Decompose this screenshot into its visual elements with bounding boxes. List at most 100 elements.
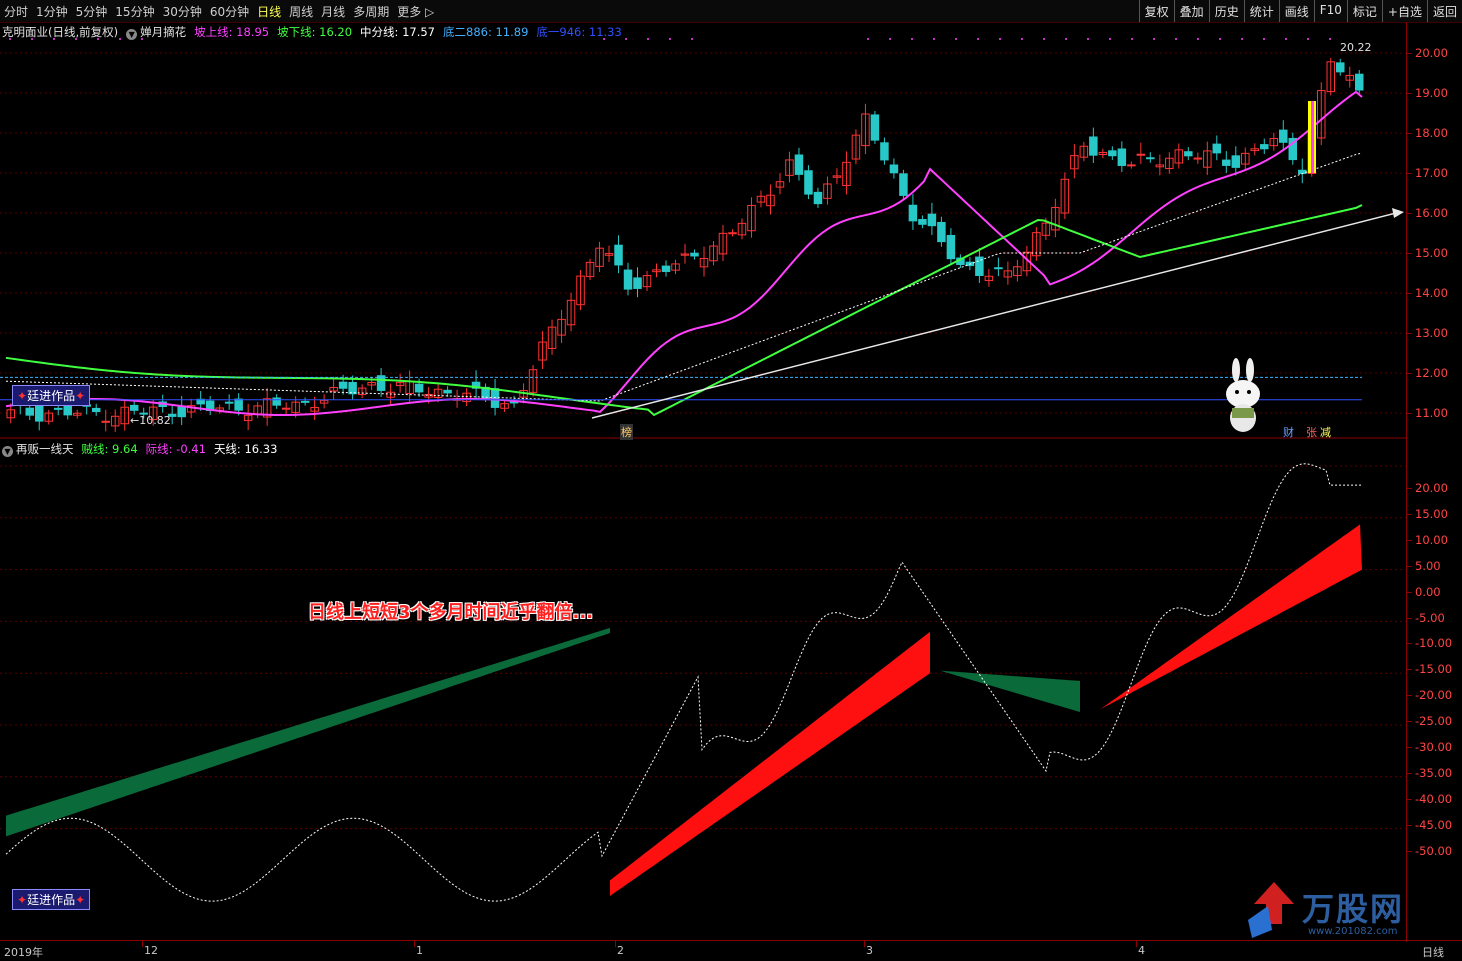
signal-bar-inner	[1311, 101, 1314, 173]
candle-body	[272, 397, 281, 406]
period-tab[interactable]: 60分钟	[210, 3, 249, 20]
dropdown-icon[interactable]: ▼	[2, 446, 13, 457]
price-tick-label: 16.00	[1415, 206, 1448, 220]
indicator-tick-label: 10.00	[1415, 532, 1448, 547]
time-axis: 2019年 12 1 2 3 4 日线	[0, 940, 1462, 961]
candle-body	[129, 404, 139, 411]
price-chart[interactable]	[0, 22, 1406, 942]
candle-body	[234, 398, 243, 411]
candle-body	[1146, 157, 1155, 160]
bear-ribbon-2	[940, 670, 1080, 713]
signal-dot	[1263, 38, 1265, 40]
signal-dot	[119, 38, 121, 40]
candle-body	[927, 213, 937, 227]
time-tick-label: 4	[1138, 944, 1145, 957]
candle-body	[91, 407, 101, 413]
price-tick-label: 12.00	[1415, 366, 1448, 380]
candle-body	[1336, 62, 1345, 73]
price-axis: 20.00 19.00 18.00 17.00 16.00 15.00 14.00 13.00…	[1406, 22, 1462, 942]
price-tick-label: 18.00	[1415, 126, 1448, 140]
indicator-tick-label: -45.00	[1415, 817, 1453, 832]
toolbar-button[interactable]: F10	[1313, 0, 1347, 22]
candle-body	[281, 407, 291, 410]
candle-body	[623, 269, 633, 290]
toolbar-button[interactable]: 叠加	[1173, 0, 1209, 22]
candle-body	[490, 388, 500, 408]
period-tab[interactable]: 多周期	[353, 3, 389, 20]
period-tab[interactable]: 分时	[4, 3, 28, 20]
indicator-value: 贼线: 9.64	[81, 442, 138, 456]
candle-body	[25, 407, 34, 416]
price-tick-label: 20.00	[1415, 46, 1448, 60]
indicator-tick-label: 0.00	[1415, 584, 1441, 599]
toolbar-button[interactable]: 复权	[1138, 0, 1174, 22]
candle-body	[376, 375, 386, 391]
watermark-brand: 万股网	[1302, 890, 1405, 928]
signal-dot	[1021, 38, 1023, 40]
candle-body	[899, 173, 908, 196]
candle-body	[443, 389, 452, 394]
candle-body	[1212, 143, 1222, 154]
indicator-selector-2[interactable]: ▼ 再贩一线天	[2, 441, 74, 457]
time-tick-label: 日线	[1422, 946, 1444, 959]
candle-body	[946, 234, 956, 260]
signal-dot	[97, 38, 99, 40]
rabbit-mascot-icon	[1220, 356, 1266, 440]
toolbar-button[interactable]: 标记	[1346, 0, 1382, 22]
toolbar-button[interactable]: 统计	[1243, 0, 1279, 22]
candle-body	[1117, 148, 1127, 166]
candle-body	[994, 267, 1003, 270]
candle-body	[813, 191, 823, 205]
period-tab[interactable]: 更多 ▷	[397, 3, 434, 20]
candle-body	[908, 204, 918, 222]
candle-body	[1089, 136, 1098, 156]
candle-body	[918, 219, 927, 225]
indicator-tick-label: -35.00	[1415, 765, 1453, 780]
period-tab[interactable]: 日线	[257, 3, 281, 20]
candle-body	[1231, 155, 1241, 168]
signal-dot	[933, 38, 935, 40]
signal-dot	[691, 38, 693, 40]
period-tab[interactable]: 30分钟	[163, 3, 202, 20]
finance-tag[interactable]: 财	[1283, 424, 1294, 440]
zhang-tag[interactable]: 张	[1306, 424, 1317, 440]
signal-dot	[31, 38, 33, 40]
candle-body	[889, 164, 899, 174]
watermark-url: www.201082.com	[1308, 926, 1398, 937]
price-tick-label: 15.00	[1415, 246, 1448, 260]
signal-dot	[1153, 38, 1155, 40]
signal-dot	[1285, 38, 1287, 40]
candle-body	[690, 252, 699, 257]
toolbar-button[interactable]: 画线	[1278, 0, 1314, 22]
bottom-info-line: ▼ 再贩一线天 贼线: 9.64 际线: -0.41 天线: 16.33	[2, 441, 277, 457]
candle-body	[1193, 157, 1203, 160]
toolbar-button[interactable]: +自选	[1381, 0, 1427, 22]
price-tick-label: 11.00	[1415, 406, 1448, 420]
indicator-tick-label: -30.00	[1415, 740, 1453, 754]
indicator-tick-label: -25.00	[1415, 714, 1453, 729]
bull-ribbon-2	[1100, 524, 1362, 710]
candle-body	[1355, 73, 1364, 91]
toolbar-button[interactable]: 历史	[1208, 0, 1244, 22]
period-tab[interactable]: 15分钟	[115, 3, 154, 20]
candle-body	[53, 407, 63, 410]
signal-dot	[1175, 38, 1177, 40]
time-tick-label: 2019年	[4, 946, 43, 959]
rank-tag[interactable]: 榜	[620, 424, 633, 440]
candle-body	[614, 244, 623, 266]
green-ma-line	[5, 204, 1363, 417]
period-tab[interactable]: 月线	[321, 3, 345, 20]
signal-dot	[1043, 38, 1045, 40]
price-tick-label: 14.00	[1415, 286, 1448, 300]
candle-body	[1260, 144, 1269, 150]
toolbar-button[interactable]: 返回	[1426, 0, 1462, 22]
time-tick-label: 1	[416, 944, 423, 957]
period-tab[interactable]: 1分钟	[36, 3, 68, 20]
reduce-tag[interactable]: 减	[1320, 424, 1331, 440]
period-tab[interactable]: 5分钟	[76, 3, 108, 20]
signal-dot	[911, 38, 913, 40]
indicator-values-2: 贼线: 9.64 际线: -0.41 天线: 16.33	[82, 441, 278, 457]
period-tab[interactable]: 周线	[289, 3, 313, 20]
candle-body	[177, 405, 186, 418]
candle-body	[880, 142, 889, 161]
